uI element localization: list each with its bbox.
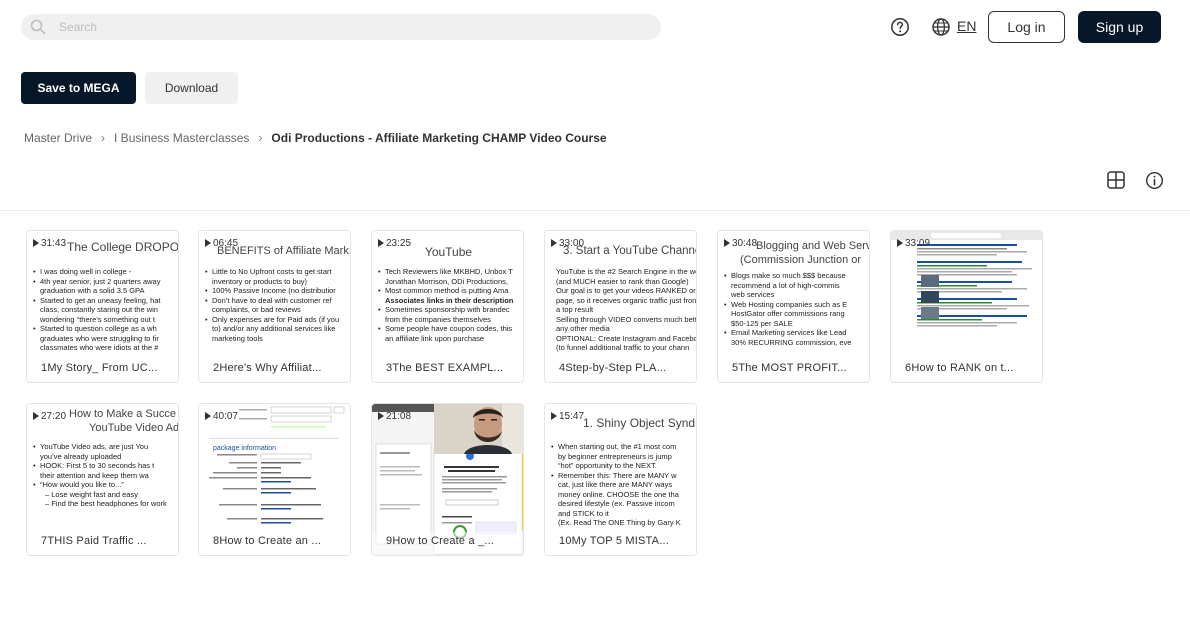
play-icon xyxy=(33,239,39,247)
breadcrumb-item-business-masterclasses[interactable]: I Business Masterclasses xyxy=(114,131,249,145)
slide-bullets: Blogs make so much $$$ because recommend… xyxy=(724,271,869,347)
slide-title: How to Make a Succe xyxy=(69,408,176,420)
video-duration: 40:07 xyxy=(205,410,238,422)
slide-title: Blogging and Web Serv xyxy=(756,240,870,252)
slide-subtitle: YouTube Video Ad xyxy=(89,422,179,434)
video-duration: 15:47 xyxy=(551,410,584,422)
slide-bullets: Tech Reviewers like MKBHD, Unbox T Jonat… xyxy=(378,267,523,343)
slide-title: The College DROPO xyxy=(67,240,179,254)
play-icon xyxy=(205,239,211,247)
file-tile[interactable]: BENEFITS of Affiliate Mark Little to No … xyxy=(198,230,351,383)
file-name: 9How to Create a _... xyxy=(372,532,523,554)
file-tile[interactable]: 1. Shiny Object Synd When starting out, … xyxy=(544,403,697,556)
save-to-mega-button[interactable]: Save to MEGA xyxy=(21,72,136,104)
file-name: 6How to RANK on t... xyxy=(891,359,1042,381)
video-duration: 30:48 xyxy=(724,237,757,249)
search-bar[interactable] xyxy=(21,14,661,40)
file-tile[interactable]: package information 40:07 8How to Create… xyxy=(198,403,351,556)
video-duration: 21:08 xyxy=(378,410,411,422)
globe-icon[interactable] xyxy=(931,17,951,37)
file-name: 1My Story_ From UC... xyxy=(27,359,178,381)
play-icon xyxy=(897,239,903,247)
search-input[interactable] xyxy=(59,14,649,40)
play-icon xyxy=(724,239,730,247)
chevron-right-icon: › xyxy=(258,131,263,145)
slide-bullets: Little to No Upfront costs to get start … xyxy=(205,267,350,343)
grid-view-icon[interactable] xyxy=(1106,170,1126,190)
play-icon xyxy=(33,412,39,420)
slide-bullets: When starting out, the #1 most com by be… xyxy=(551,442,696,528)
video-duration: 23:25 xyxy=(378,237,411,249)
file-name: 3The BEST EXAMPL... xyxy=(372,359,523,381)
signup-button[interactable]: Sign up xyxy=(1078,11,1161,43)
top-bar: EN Log in Sign up xyxy=(0,0,1190,54)
file-tile[interactable]: Blogging and Web Serv (Commission Juncti… xyxy=(717,230,870,383)
play-icon xyxy=(551,412,557,420)
file-tile[interactable]: YouTube Tech Reviewers like MKBHD, Unbox… xyxy=(371,230,524,383)
play-icon xyxy=(378,412,384,420)
play-icon xyxy=(378,239,384,247)
breadcrumb-item-master-drive[interactable]: Master Drive xyxy=(24,131,92,145)
info-icon[interactable] xyxy=(1145,171,1164,190)
file-tile[interactable]: 33:09 6How to RANK on t... xyxy=(890,230,1043,383)
search-icon xyxy=(30,19,46,35)
video-duration: 31:43 xyxy=(33,237,66,249)
form-heading: package information xyxy=(213,445,277,452)
slide-bullets: YouTube is the #2 Search Engine in the w… xyxy=(556,267,697,352)
language-selector[interactable]: EN xyxy=(957,18,976,34)
divider xyxy=(0,210,1190,211)
file-tile[interactable]: 21:08 9How to Create a _... xyxy=(371,403,524,556)
breadcrumb-item-current-folder: Odi Productions - Affiliate Marketing CH… xyxy=(271,131,607,145)
file-name: 5The MOST PROFIT... xyxy=(718,359,869,381)
breadcrumb: Master Drive › I Business Masterclasses … xyxy=(24,130,607,146)
video-duration: 27:20 xyxy=(33,410,66,422)
login-button[interactable]: Log in xyxy=(988,11,1065,43)
chevron-right-icon: › xyxy=(101,131,106,145)
slide-bullets: I was doing well in college - 4th year s… xyxy=(33,267,178,353)
video-duration: 33:00 xyxy=(551,237,584,249)
file-name: 10My TOP 5 MISTA... xyxy=(545,532,696,554)
file-name: 4Step-by-Step PLA... xyxy=(545,359,696,381)
slide-bullets: YouTube Video ads, are just You you’ve a… xyxy=(33,442,178,509)
file-tile[interactable]: The College DROPO I was doing well in co… xyxy=(26,230,179,383)
help-icon[interactable] xyxy=(890,17,910,37)
play-icon xyxy=(205,412,211,420)
video-duration: 06:45 xyxy=(205,237,238,249)
play-icon xyxy=(551,239,557,247)
file-name: 7THIS Paid Traffic ... xyxy=(27,532,178,554)
file-name: 8How to Create an ... xyxy=(199,532,350,554)
slide-title: 1. Shiny Object Synd xyxy=(583,416,696,430)
slide-subtitle: (Commission Junction or xyxy=(740,254,862,266)
video-duration: 33:09 xyxy=(897,237,930,249)
file-tile[interactable]: 3. Start a YouTube Channe YouTube is the… xyxy=(544,230,697,383)
download-button[interactable]: Download xyxy=(145,72,238,104)
file-tile[interactable]: How to Make a Succe YouTube Video Ad You… xyxy=(26,403,179,556)
file-name: 2Here's Why Affiliat... xyxy=(199,359,350,381)
